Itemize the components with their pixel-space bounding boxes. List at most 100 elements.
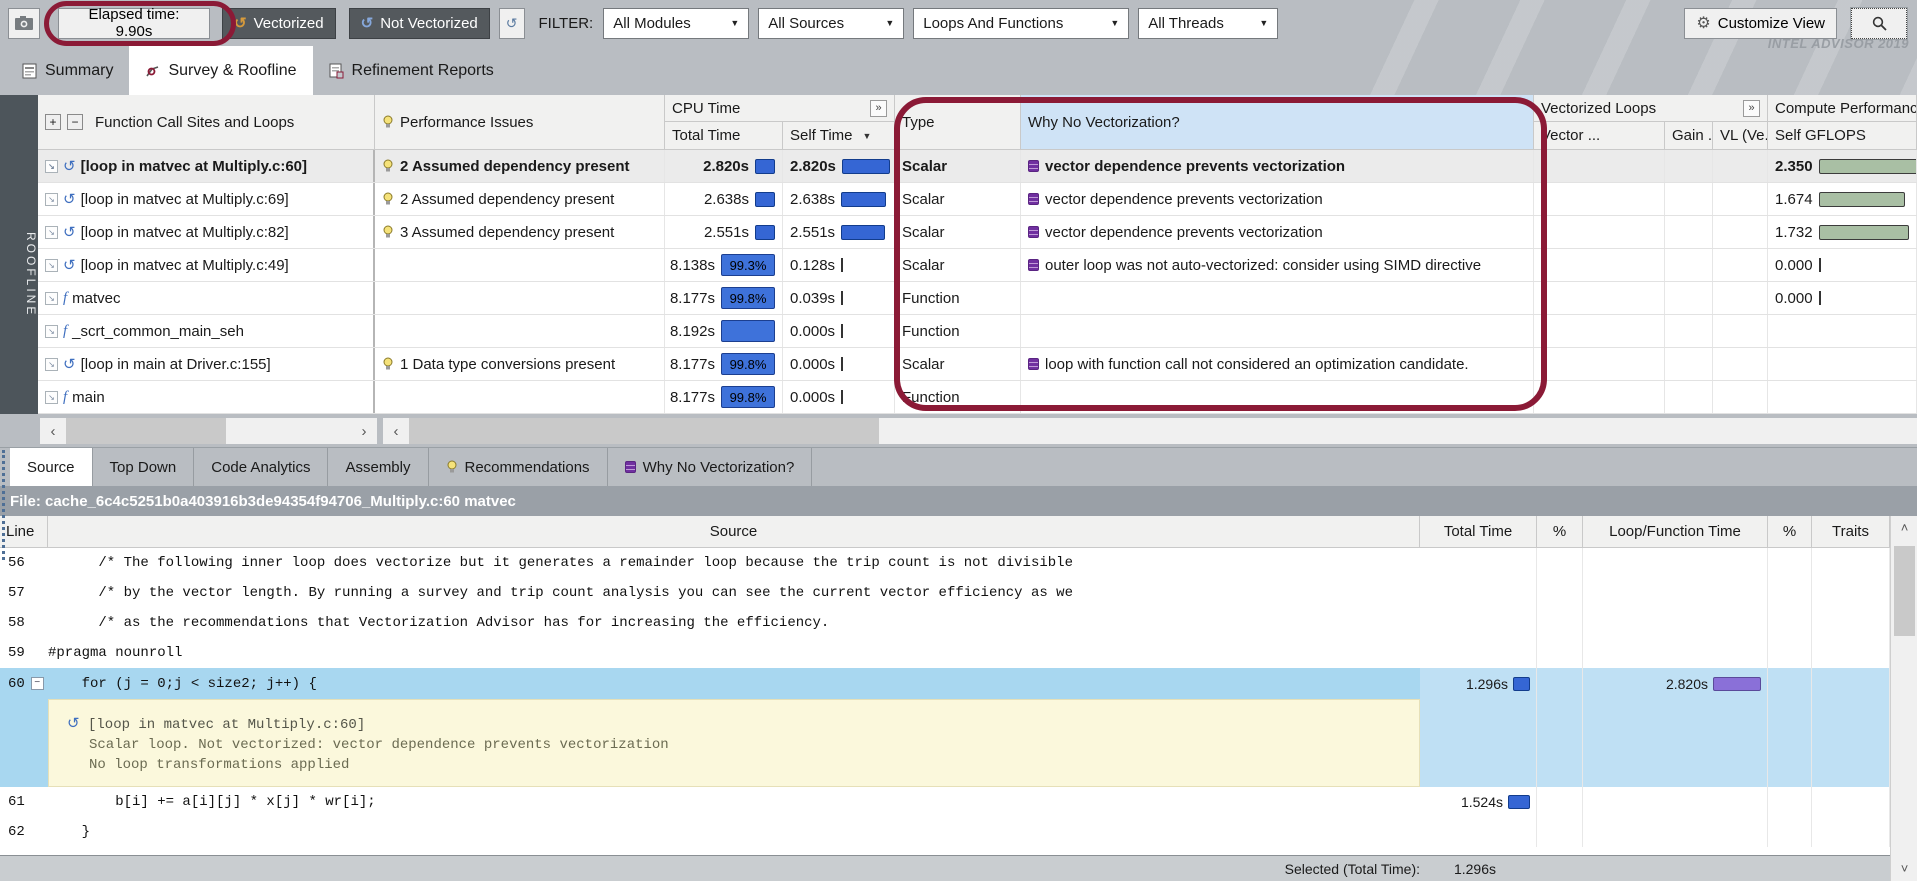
chevron-down-icon: ▼ (730, 18, 740, 28)
file-path-bar: File: cache_6c4c5251b0a403916b3de94354f9… (0, 486, 1917, 516)
scrollbar-thumb[interactable] (409, 418, 879, 444)
threads-filter-dropdown[interactable]: All Threads ▼ (1138, 7, 1279, 39)
loop-icon: ↺ (63, 158, 76, 175)
column-header-total-time[interactable]: Total Time (665, 122, 783, 150)
total-time-column-header[interactable]: Total Time (1420, 516, 1537, 548)
code-text: } (48, 824, 91, 840)
source-status-bar: Selected (Total Time): 1.296s (0, 855, 1890, 881)
pane-splitter-grip[interactable] (2, 450, 5, 560)
roofline-vertical-tab[interactable]: ROOFLINE (0, 95, 38, 447)
line-number: 59 (8, 645, 25, 661)
total-time-value: 1.296s (1465, 675, 1508, 692)
percent-column-header[interactable]: % (1537, 516, 1583, 548)
tab-why-no-vectorization[interactable]: Why No Vectorization? (608, 448, 813, 486)
scroll-up-icon[interactable]: ˄ (1891, 516, 1917, 540)
tab-recommendations[interactable]: Recommendations (429, 448, 608, 486)
self-time-bar (841, 390, 844, 404)
annotation-line2: Scalar loop. Not vectorized: vector depe… (89, 736, 669, 753)
traits-column-header[interactable]: Traits (1812, 516, 1890, 548)
expand-columns-icon[interactable]: » (870, 99, 887, 117)
total-time-column-label: Total Time (1443, 523, 1513, 540)
expand-row-icon[interactable]: ↘ (45, 324, 58, 338)
source-row-selected[interactable]: 60− for (j = 0;j < size2; j++) { 1.296s … (0, 668, 1917, 699)
self-time-bar (841, 258, 844, 272)
scroll-left-icon[interactable]: ‹ (383, 423, 409, 440)
line-column-header[interactable]: Line (0, 516, 48, 548)
tab-survey-roofline[interactable]: Survey & Roofline (129, 46, 313, 95)
expand-row-icon[interactable]: ↘ (45, 390, 58, 404)
source-row[interactable]: 61 b[i] += a[i][j] * x[j] * wr[i]; 1.524… (0, 787, 1917, 817)
snapshot-button[interactable] (8, 7, 40, 39)
column-header-vl[interactable]: VL (Ve... (1713, 122, 1768, 150)
scroll-down-icon[interactable]: ˅ (1891, 857, 1917, 881)
column-header-self-time[interactable]: Self Time ▼ (783, 122, 895, 150)
percent2-column-header[interactable]: % (1768, 516, 1812, 548)
self-time-value: 0.039s (790, 289, 836, 307)
expand-columns-icon[interactable]: » (1743, 99, 1760, 117)
loop-function-time-value: 2.820s (1665, 675, 1708, 692)
scroll-left-icon[interactable]: ‹ (40, 423, 66, 440)
column-header-compute-performance[interactable]: Compute Performanc (1768, 95, 1917, 122)
loop-function-time-column-header[interactable]: Loop/Function Time (1583, 516, 1768, 548)
expand-row-icon[interactable]: ↘ (45, 159, 58, 173)
tab-summary[interactable]: Summary (6, 46, 129, 95)
expand-row-icon[interactable]: ↘ (45, 225, 58, 239)
function-icon: f (63, 322, 68, 339)
source-row[interactable]: 62 } (0, 817, 1917, 847)
tab-assembly[interactable]: Assembly (328, 448, 429, 486)
function-name: _scrt_common_main_seh (72, 322, 244, 340)
source-row[interactable]: 59 #pragma nounroll (0, 638, 1917, 668)
loops-functions-filter-dropdown[interactable]: Loops And Functions ▼ (913, 7, 1130, 39)
self-time-value: 0.000s (790, 355, 836, 373)
column-header-function[interactable]: + − Function Call Sites and Loops (38, 95, 375, 150)
modules-filter-dropdown[interactable]: All Modules ▼ (603, 7, 750, 39)
self-time-value: 2.820s (790, 157, 836, 175)
expand-row-icon[interactable]: ↘ (45, 357, 58, 371)
gflops-value: 2.350 (1775, 157, 1813, 175)
right-pane-hscrollbar[interactable]: ‹ (383, 418, 1917, 444)
customize-view-button[interactable]: ⚙ Customize View (1684, 7, 1837, 39)
scroll-right-icon[interactable]: › (351, 423, 377, 440)
source-column-header[interactable]: Source (48, 516, 1420, 548)
left-pane-hscrollbar[interactable]: ‹ › (40, 418, 377, 444)
expand-all-button[interactable]: + (45, 114, 61, 130)
issue-text: 2 Assumed dependency present (400, 190, 615, 208)
source-vscrollbar[interactable]: ˄ ˅ (1890, 516, 1917, 881)
vl-column-label: VL (Ve... (1720, 127, 1767, 144)
column-header-vector[interactable]: Vector ... (1534, 122, 1665, 150)
source-row[interactable]: 58 /* as the recommendations that Vector… (0, 608, 1917, 638)
function-name: [loop in main at Driver.c:155] (80, 355, 271, 373)
source-row[interactable]: 57 /* by the vector length. By running a… (0, 578, 1917, 608)
vectorized-filter-button[interactable]: ↺ Vectorized (222, 7, 336, 39)
source-row[interactable]: 56 /* The following inner loop does vect… (0, 548, 1917, 578)
total-time-value: 8.177s (669, 355, 715, 373)
compute-performance-group-label: Compute Performanc (1775, 99, 1917, 117)
expand-row-icon[interactable]: ↘ (45, 291, 58, 305)
collapse-all-button[interactable]: − (67, 114, 83, 130)
gflops-value: 1.732 (1775, 223, 1813, 241)
scrollbar-thumb[interactable] (1894, 546, 1915, 636)
self-time-value: 0.000s (790, 322, 836, 340)
column-header-self-gflops[interactable]: Self GFLOPS (1768, 122, 1917, 150)
column-header-issues[interactable]: Performance Issues (375, 95, 665, 150)
sources-filter-dropdown[interactable]: All Sources ▼ (758, 7, 905, 39)
tab-source[interactable]: Source (10, 448, 93, 486)
column-header-cpu-time[interactable]: CPU Time » (665, 95, 895, 122)
expand-row-icon[interactable]: ↘ (45, 258, 58, 272)
expand-row-icon[interactable]: ↘ (45, 192, 58, 206)
column-header-gain[interactable]: Gain ... (1665, 122, 1713, 150)
self-time-column-label: Self Time (790, 127, 853, 144)
tab-refinement-reports[interactable]: Refinement Reports (313, 46, 510, 95)
search-button[interactable] (1850, 6, 1908, 40)
roofline-label: ROOFLINE (24, 232, 38, 318)
summary-doc-icon (22, 63, 37, 78)
tab-top-down[interactable]: Top Down (93, 448, 195, 486)
not-vectorized-filter-button[interactable]: ↺ Not Vectorized (348, 7, 490, 39)
reset-filter-button[interactable]: ↺ (498, 7, 525, 39)
column-header-vectorized-loops[interactable]: Vectorized Loops » (1534, 95, 1768, 122)
tab-code-analytics[interactable]: Code Analytics (194, 448, 329, 486)
scrollbar-thumb[interactable] (66, 418, 226, 444)
collapse-block-icon[interactable]: − (30, 677, 44, 690)
issue-text: 3 Assumed dependency present (400, 223, 615, 241)
threads-filter-value: All Threads (1148, 14, 1224, 32)
